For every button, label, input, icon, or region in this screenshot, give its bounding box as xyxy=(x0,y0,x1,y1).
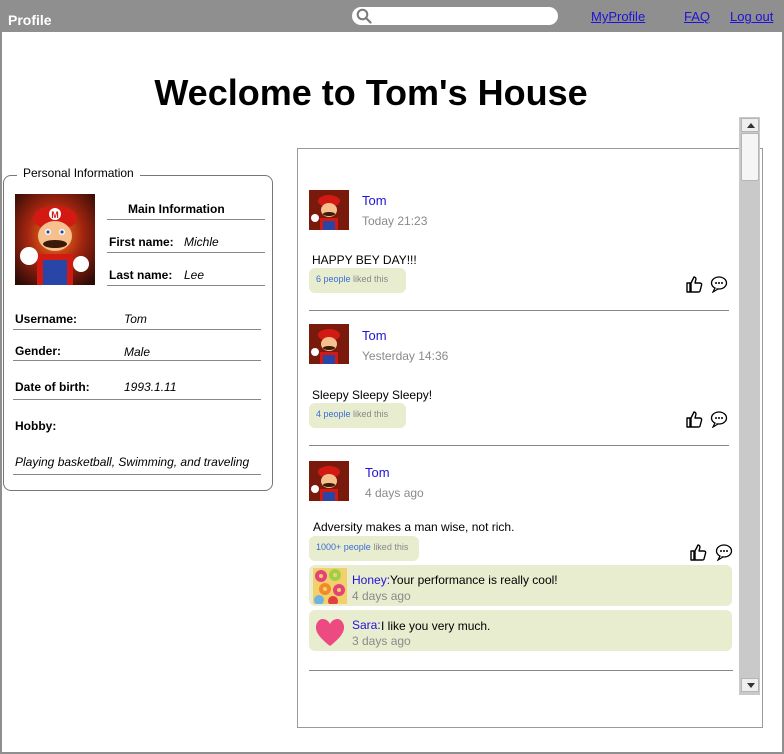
svg-text:M: M xyxy=(51,210,59,220)
gender-label: Gender: xyxy=(15,344,62,358)
post-divider xyxy=(309,670,733,671)
thumbs-up-icon[interactable] xyxy=(685,410,703,428)
likes-count[interactable]: 6 people xyxy=(316,274,351,284)
app-title: Profile xyxy=(8,12,52,28)
comment-text: Your performance is really cool! xyxy=(390,573,558,587)
username-value: Tom xyxy=(124,312,147,326)
divider xyxy=(107,219,265,220)
post-text: HAPPY BEY DAY!!! xyxy=(312,253,417,267)
comment-author[interactable]: Sara: xyxy=(352,618,381,632)
app-window: Profile MyProfile FAQ Log out Weclome to… xyxy=(0,0,784,754)
hobby-label: Hobby: xyxy=(15,419,57,433)
search-box[interactable] xyxy=(352,7,558,25)
thumbs-up-icon[interactable] xyxy=(685,275,703,293)
comment-text: I like you very much. xyxy=(381,619,491,633)
scroll-thumb[interactable] xyxy=(741,133,759,181)
faq-link[interactable]: FAQ xyxy=(684,9,710,24)
my-profile-link[interactable]: MyProfile xyxy=(591,9,645,24)
scroll-down-button[interactable] xyxy=(741,678,759,692)
feed-scrollbar[interactable] xyxy=(739,117,760,695)
post-time: 4 days ago xyxy=(365,486,424,500)
last-name-value: Lee xyxy=(184,268,205,282)
last-name-label: Last name: xyxy=(109,268,173,282)
likes-suffix: liked this xyxy=(350,409,389,419)
likes-suffix: liked this xyxy=(370,542,409,552)
divider xyxy=(13,329,261,330)
logout-link[interactable]: Log out xyxy=(730,9,773,24)
comment-icon[interactable] xyxy=(710,410,728,428)
search-icon xyxy=(356,8,372,24)
top-bar: Profile MyProfile FAQ Log out xyxy=(0,0,784,32)
comment-time: 3 days ago xyxy=(352,634,411,648)
post-time: Today 21:23 xyxy=(362,214,428,228)
divider xyxy=(107,285,265,286)
comment-author[interactable]: Honey: xyxy=(352,573,390,587)
gender-value: Male xyxy=(124,345,151,359)
post-text: Adversity makes a man wise, not rich. xyxy=(313,520,515,534)
first-name-value: Michle xyxy=(184,235,219,249)
post-author[interactable]: Tom xyxy=(362,193,387,208)
post-avatar[interactable] xyxy=(309,190,349,230)
main-info-heading: Main Information xyxy=(128,202,225,216)
dob-label: Date of birth: xyxy=(15,380,90,394)
likes-count[interactable]: 1000+ people xyxy=(316,542,371,552)
post-divider xyxy=(309,445,729,446)
post-author[interactable]: Tom xyxy=(365,465,390,480)
post-time: Yesterday 14:36 xyxy=(362,349,449,363)
likes-badge[interactable]: 1000+ people liked this xyxy=(309,536,419,561)
divider xyxy=(13,399,261,400)
arrow-up-icon xyxy=(747,123,755,128)
heart-icon[interactable] xyxy=(313,614,347,650)
likes-badge[interactable]: 4 people liked this xyxy=(309,403,406,428)
comment-icon[interactable] xyxy=(715,543,733,561)
dob-value: 1993.1.11 xyxy=(124,380,177,394)
post-avatar[interactable] xyxy=(309,461,349,501)
avatar-donuts[interactable] xyxy=(313,568,347,604)
comment-icon[interactable] xyxy=(710,275,728,293)
divider xyxy=(13,474,261,475)
personal-info-legend: Personal Information xyxy=(17,166,140,180)
arrow-down-icon xyxy=(747,683,755,688)
first-name-label: First name: xyxy=(109,235,174,249)
likes-count[interactable]: 4 people xyxy=(316,409,351,419)
hobby-value: Playing basketball, Swimming, and travel… xyxy=(15,455,250,469)
divider xyxy=(107,252,265,253)
likes-suffix: liked this xyxy=(350,274,389,284)
post-divider xyxy=(309,310,729,311)
search-input[interactable] xyxy=(374,8,550,24)
post-author[interactable]: Tom xyxy=(362,328,387,343)
username-label: Username: xyxy=(15,312,78,326)
scroll-up-button[interactable] xyxy=(741,118,759,132)
thumbs-up-icon[interactable] xyxy=(689,543,707,561)
comment-time: 4 days ago xyxy=(352,589,411,603)
divider xyxy=(13,360,261,361)
profile-avatar: M xyxy=(15,194,95,285)
page-title: Weclome to Tom's House xyxy=(154,72,588,113)
post-text: Sleepy Sleepy Sleepy! xyxy=(312,388,433,402)
likes-badge[interactable]: 6 people liked this xyxy=(309,268,406,293)
post-avatar[interactable] xyxy=(309,324,349,364)
